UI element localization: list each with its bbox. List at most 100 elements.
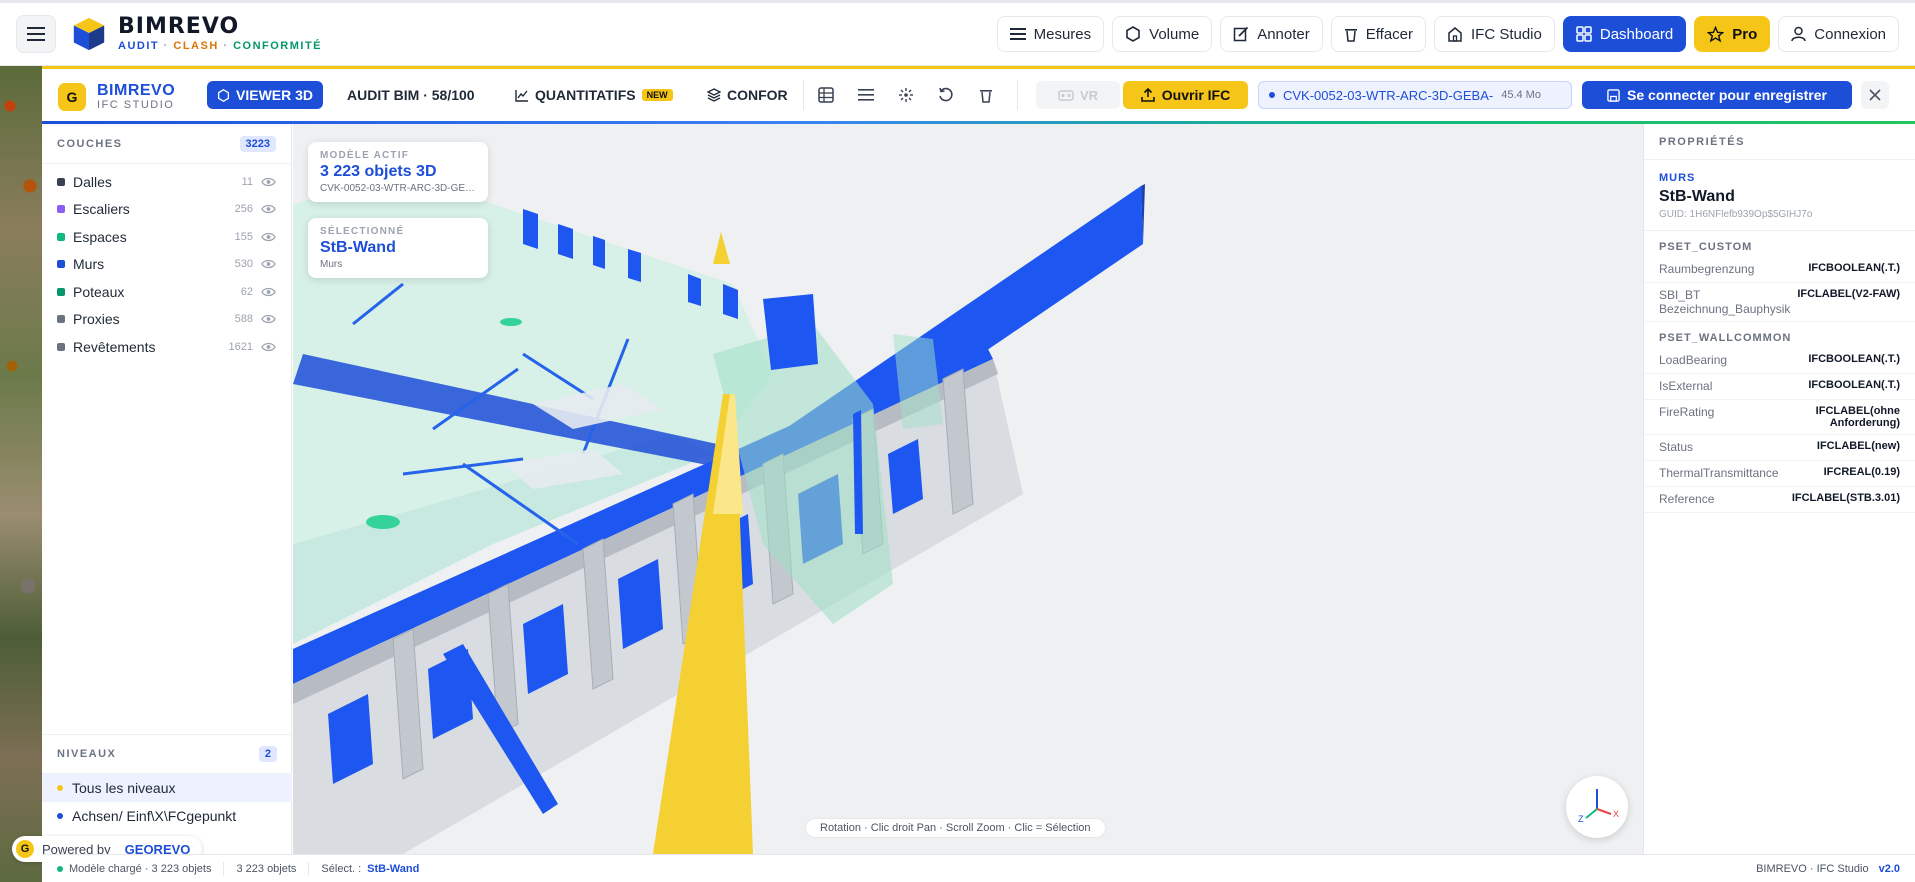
level-item-all[interactable]: Tous les niveaux xyxy=(42,774,292,802)
eye-icon[interactable] xyxy=(261,232,276,242)
status-bar: Modèle chargé · 3 223 objets 3 223 objet… xyxy=(42,854,1915,882)
delete-button[interactable] xyxy=(975,84,997,106)
status-selection-label: Sélect. : xyxy=(321,862,362,875)
property-row: LoadBearing IFCBOOLEAN(.T.) xyxy=(1644,348,1915,374)
layer-item-proxies[interactable]: Proxies 588 xyxy=(42,306,291,334)
selected-category: Murs xyxy=(320,259,343,270)
property-key: Reference xyxy=(1659,492,1715,506)
eye-icon[interactable] xyxy=(261,314,276,324)
layer-name: Poteaux xyxy=(73,283,125,300)
trash-icon xyxy=(980,90,992,103)
layer-name: Dalles xyxy=(73,173,112,190)
property-value: IFCBOOLEAN(.T.) xyxy=(1808,353,1900,365)
level-item-achsen[interactable]: Achsen/ Einf\X\FCgepunkt xyxy=(42,802,292,830)
explode-button[interactable] xyxy=(895,84,917,106)
layer-item-murs[interactable]: Murs 530 xyxy=(42,251,291,279)
file-name: CVK-0052-03-WTR-ARC-3D-GEBA- xyxy=(1283,87,1494,103)
property-row: IsExternal IFCBOOLEAN(.T.) xyxy=(1644,374,1915,400)
layers-icon xyxy=(707,88,721,102)
mesures-label: Mesures xyxy=(1033,25,1092,43)
active-file-chip[interactable]: CVK-0052-03-WTR-ARC-3D-GEBA- 45.4 Mo xyxy=(1258,81,1572,109)
tab-quantitatifs[interactable]: QUANTITATIFS NEW xyxy=(505,81,683,109)
navigation-hint: Rotation · Clic droit Pan · Scroll Zoom … xyxy=(805,818,1106,838)
property-key: FireRating xyxy=(1659,405,1715,419)
cube-icon xyxy=(217,88,230,102)
layer-name: Proxies xyxy=(73,311,120,328)
eye-icon[interactable] xyxy=(261,177,276,187)
viewer-3d-canvas[interactable]: MODÈLE ACTIF 3 223 objets 3D CVK-0052-03… xyxy=(293,124,1643,854)
open-ifc-button[interactable]: Ouvrir IFC xyxy=(1123,81,1248,109)
layer-swatch xyxy=(57,205,65,214)
eye-icon[interactable] xyxy=(261,342,276,352)
save-icon xyxy=(1607,88,1620,102)
brand-logo[interactable]: BIMREVO AUDIT · CLASH · CONFORMITÉ xyxy=(70,15,322,53)
eye-icon[interactable] xyxy=(261,204,276,214)
mesures-button[interactable]: Mesures xyxy=(996,16,1105,52)
status-dot xyxy=(57,865,63,872)
eye-icon[interactable] xyxy=(261,259,276,269)
studio-subtitle: IFC STUDIO xyxy=(97,99,175,111)
tab-audit-bim[interactable]: AUDIT BIM · 58/100 xyxy=(337,81,485,109)
tab-quantitatifs-label: QUANTITATIFS xyxy=(535,87,636,103)
status-loaded: Modèle chargé · 3 223 objets xyxy=(69,862,212,875)
table-view-button[interactable] xyxy=(815,84,837,106)
layer-swatch xyxy=(57,315,65,324)
lines-icon xyxy=(1009,28,1026,40)
ifc-studio-button[interactable]: IFC Studio xyxy=(1434,16,1555,52)
annoter-label: Annoter xyxy=(1257,25,1310,43)
property-row: ThermalTransmittance IFCREAL(0.19) xyxy=(1644,461,1915,487)
toolbar-divider xyxy=(1017,80,1018,110)
layer-item-poteaux[interactable]: Poteaux 62 xyxy=(42,278,291,306)
layer-item-espaces[interactable]: Espaces 155 xyxy=(42,223,291,251)
properties-title: PROPRIÉTÉS xyxy=(1644,124,1915,160)
property-key: ThermalTransmittance xyxy=(1659,466,1779,480)
property-value: IFCBOOLEAN(.T.) xyxy=(1808,262,1900,274)
building-model-render[interactable] xyxy=(293,124,1643,854)
connexion-button[interactable]: Connexion xyxy=(1778,16,1899,52)
reset-view-button[interactable] xyxy=(935,84,957,106)
layer-count: 1621 xyxy=(228,340,253,353)
active-model-file: CVK-0052-03-WTR-ARC-3D-GEBA-3... xyxy=(320,183,476,194)
axes-icon: X Z xyxy=(1578,789,1619,824)
layer-item-revetements[interactable]: Revêtements 1621 xyxy=(42,333,291,361)
list-view-button[interactable] xyxy=(855,84,877,106)
menu-button[interactable] xyxy=(16,15,56,53)
layers-title: COUCHES xyxy=(57,137,123,150)
annoter-button[interactable]: Annoter xyxy=(1220,16,1323,52)
axis-gizmo[interactable]: X Z xyxy=(1566,776,1628,838)
user-icon xyxy=(1791,26,1807,42)
effacer-label: Effacer xyxy=(1365,25,1413,43)
properties-panel: PROPRIÉTÉS MURS StB-Wand GUID: 1H6NFlefb… xyxy=(1643,124,1915,854)
volume-button[interactable]: Volume xyxy=(1112,16,1213,52)
vr-button[interactable]: VR xyxy=(1036,81,1120,109)
login-save-button[interactable]: Se connecter pour enregistrer xyxy=(1582,81,1852,109)
tab-viewer-3d[interactable]: VIEWER 3D xyxy=(207,81,324,109)
file-size: 45.4 Mo xyxy=(1501,89,1541,101)
studio-name: BIMREVO xyxy=(97,82,176,99)
levels-header: NIVEAUX 2 xyxy=(42,734,292,774)
trash-icon xyxy=(1344,29,1357,42)
dashboard-button[interactable]: Dashboard xyxy=(1562,16,1687,52)
layer-item-dalles[interactable]: Dalles 11 xyxy=(42,168,291,196)
toolbar-divider xyxy=(803,80,804,110)
property-value: IFCLABEL(STB.3.01) xyxy=(1791,492,1900,504)
tab-confor[interactable]: CONFOR xyxy=(697,81,798,109)
pro-button[interactable]: Pro xyxy=(1694,16,1771,52)
layer-swatch xyxy=(57,177,65,186)
effacer-button[interactable]: Effacer xyxy=(1330,16,1426,52)
top-accent-line xyxy=(0,0,1915,3)
edit-icon xyxy=(1233,26,1249,42)
rotate-icon xyxy=(939,87,953,102)
cube-logo-icon xyxy=(73,17,105,51)
property-value: IFCBOOLEAN(.T.) xyxy=(1808,379,1900,391)
layer-item-escaliers[interactable]: Escaliers 256 xyxy=(42,196,291,224)
close-studio-button[interactable] xyxy=(1861,81,1889,109)
hamburger-icon xyxy=(27,27,45,41)
layer-swatch xyxy=(57,342,65,351)
level-name: Tous les niveaux xyxy=(72,780,176,796)
layers-panel: COUCHES 3223 Dalles 11 Escaliers 256 Esp… xyxy=(42,124,292,854)
eye-icon[interactable] xyxy=(261,287,276,297)
property-row: FireRating IFCLABEL(ohne Anforderung) xyxy=(1644,400,1915,435)
studio-logo: G BIMREVO IFC STUDIO xyxy=(58,82,175,112)
brand-name: BIMREVO xyxy=(118,14,240,39)
